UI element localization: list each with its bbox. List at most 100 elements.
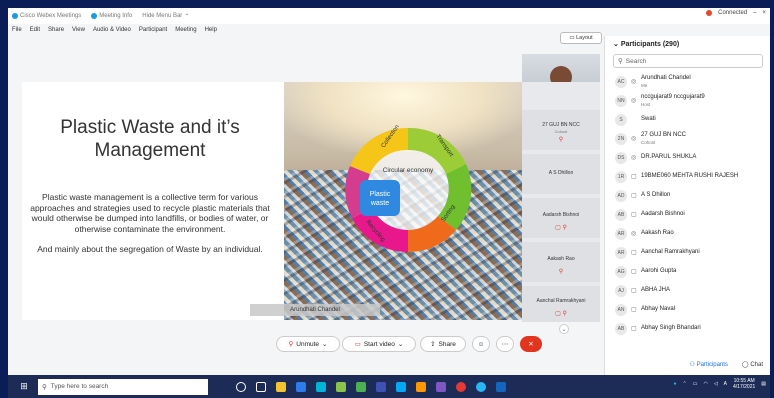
start-video-button[interactable]: ▭ Start video ⌄ [342, 336, 416, 352]
app-icon[interactable] [416, 381, 426, 392]
participant-row[interactable]: AB ▢ Abhay Singh Bhandari [605, 319, 770, 338]
menu-file[interactable]: File [12, 27, 22, 33]
search-icon: ⚲ [618, 58, 623, 65]
unmute-button[interactable]: ⚲ Unmute ⌄ [276, 336, 340, 352]
participants-header[interactable]: ⌄ Participants (290) [613, 40, 679, 48]
slide-body: Plastic waste management is a collective… [30, 192, 270, 265]
participant-row[interactable]: AN ▢ Abhay Naval [605, 300, 770, 319]
windows-start-icon[interactable]: ⊞ [16, 379, 32, 395]
participant-row[interactable]: AG ▢ Aarohi Gupta [605, 262, 770, 281]
app-icon[interactable] [376, 381, 386, 392]
clock[interactable]: 10:55 AM 4/17/2021 [733, 378, 755, 390]
participant-row[interactable]: 1R ▢ 19BME060 MEHTA RUSHI RAJESH [605, 167, 770, 186]
participant-name-block: Aadarsh Bishnoi [641, 211, 685, 218]
meeting-info-link[interactable]: Meeting Info [91, 13, 132, 19]
participant-name-block: nccgujarat9 nccgujarat9 Host [641, 94, 705, 108]
app-icon[interactable] [356, 381, 366, 392]
scroll-down-button[interactable]: ⌄ [559, 324, 569, 334]
notification-icon[interactable]: ▤ [761, 381, 766, 387]
thumb-tile[interactable]: 27 GUJ BN NCC Cohost ⚲ [522, 110, 600, 150]
menu-meeting[interactable]: Meeting [175, 27, 196, 33]
participant-name-block: 27 GUJ BN NCC Cohost [641, 132, 686, 146]
circular-economy-diagram: Plastic waste Circular economy Collection… [345, 124, 472, 253]
layout-icon: ▭ [569, 35, 575, 41]
layout-button[interactable]: ▭ Layout [560, 32, 602, 44]
app-icon[interactable] [396, 381, 406, 392]
taskbar-search-input[interactable]: ⚲ Type here to search [38, 378, 208, 395]
close-icon[interactable]: × [762, 10, 766, 16]
task-view-icon[interactable] [256, 381, 266, 392]
participant-name: 19BME060 MEHTA RUSHI RAJESH [641, 173, 739, 179]
participant-row[interactable]: S Swati [605, 110, 770, 129]
volume-icon[interactable]: ◁ [714, 381, 718, 387]
muted-mic-icon: ⚲ [558, 269, 564, 275]
app-icon[interactable] [496, 381, 506, 392]
clock-date: 4/17/2021 [733, 384, 756, 390]
chevron-up-icon[interactable]: ⌃ [683, 381, 687, 387]
app-icon[interactable] [436, 381, 446, 392]
participant-name: ABHA JHA [641, 287, 671, 293]
participant-name-block: ABHA JHA [641, 287, 670, 294]
reactions-button[interactable]: ☺ [472, 336, 490, 352]
hide-menu-bar-link[interactable]: Hide Menu Bar ⌃ [142, 13, 189, 20]
participant-row[interactable]: DS ◎ DR.PARUL SHUKLA [605, 148, 770, 167]
participant-status-icon: ▢ [631, 193, 637, 199]
more-options-button[interactable]: ⋯ [496, 336, 514, 352]
menu-audio-video[interactable]: Audio & Video [93, 27, 131, 33]
slide-paragraph-1: Plastic waste management is a collective… [30, 192, 270, 234]
participant-name-block: Aarohi Gupta [641, 268, 676, 275]
minimize-icon[interactable]: – [753, 10, 756, 16]
participants-search-input[interactable]: ⚲ Search [613, 54, 763, 68]
thumb-tile[interactable]: Aadarsh Bishnoi ▢ ⚲ [522, 198, 600, 238]
file-explorer-icon[interactable] [276, 381, 286, 392]
participant-row[interactable]: AJ ▢ ABHA JHA [605, 281, 770, 300]
participant-row[interactable]: AB ▢ Aadarsh Bishnoi [605, 205, 770, 224]
participant-status-icon: ▢ [631, 250, 637, 256]
language-icon[interactable]: A [724, 381, 727, 387]
participant-row[interactable]: AC ◎ Arundhati Chandel Me [605, 72, 770, 91]
chat-button[interactable]: ◯ Chat [742, 361, 763, 368]
webex-taskbar-icon[interactable] [476, 381, 486, 392]
menu-view[interactable]: View [72, 27, 85, 33]
smiley-icon: ☺ [477, 340, 485, 348]
thumb-name: 27 GUJ BN NCC [542, 122, 580, 128]
menu-share[interactable]: Share [48, 27, 64, 33]
participant-row[interactable]: 2N ◎ 27 GUJ BN NCC Cohost [605, 129, 770, 148]
participant-row[interactable]: NN ◎ nccgujarat9 nccgujarat9 Host [605, 91, 770, 110]
participant-row[interactable]: AR ▢ Aanchal Ramrakhyani [605, 243, 770, 262]
person-icon: ⚇ [689, 361, 695, 368]
menu-edit[interactable]: Edit [30, 27, 40, 33]
avatar: AR [615, 227, 627, 240]
thumb-tile[interactable]: Aakash Rao ⚲ [522, 242, 600, 282]
title-bar: Cisco Webex Meetings Meeting Info Hide M… [8, 8, 770, 24]
thumb-tile[interactable]: A S Dhillon [522, 154, 600, 194]
chrome-icon[interactable] [456, 381, 466, 392]
app-icon[interactable] [336, 381, 346, 392]
participant-row[interactable]: AR ◎ Aakash Rao [605, 224, 770, 243]
menu-help[interactable]: Help [205, 27, 217, 33]
slide-title: Plastic Waste and it’s Management [60, 117, 240, 161]
video-thumbnails: 27 GUJ BN NCC Cohost ⚲ A S Dhillon Aadar… [522, 82, 600, 322]
cortana-icon[interactable] [236, 381, 246, 392]
participants-button-label: Participants [696, 361, 728, 368]
avatar: DS [615, 151, 627, 164]
thumb-name: Aanchal Ramrakhyani [536, 298, 586, 304]
leave-meeting-button[interactable]: ✕ [520, 336, 542, 352]
mail-icon[interactable] [296, 381, 306, 392]
participant-name: Aadarsh Bishnoi [641, 211, 685, 217]
app-icon[interactable] [316, 381, 326, 392]
battery-icon[interactable]: ▭ [693, 381, 698, 387]
participant-row[interactable]: AD ▢ A S Dhillon [605, 186, 770, 205]
share-button[interactable]: ⇪ Share [420, 336, 466, 352]
participants-button[interactable]: ⚇ Participants [690, 361, 728, 368]
participant-status-icon: ◎ [631, 98, 637, 104]
thumb-tile[interactable]: Aanchal Ramrakhyani ▢ ⚲ [522, 286, 600, 322]
thumb-name: A S Dhillon [548, 170, 574, 176]
avatar: AG [615, 265, 627, 278]
network-icon[interactable]: ◠ [703, 381, 707, 387]
tray-app-icon[interactable]: ● [673, 381, 676, 387]
avatar: AN [615, 303, 627, 316]
participant-name: Aakash Rao [641, 230, 674, 236]
menu-participant[interactable]: Participant [139, 27, 167, 33]
connection-status[interactable]: Connected – × [706, 10, 766, 16]
